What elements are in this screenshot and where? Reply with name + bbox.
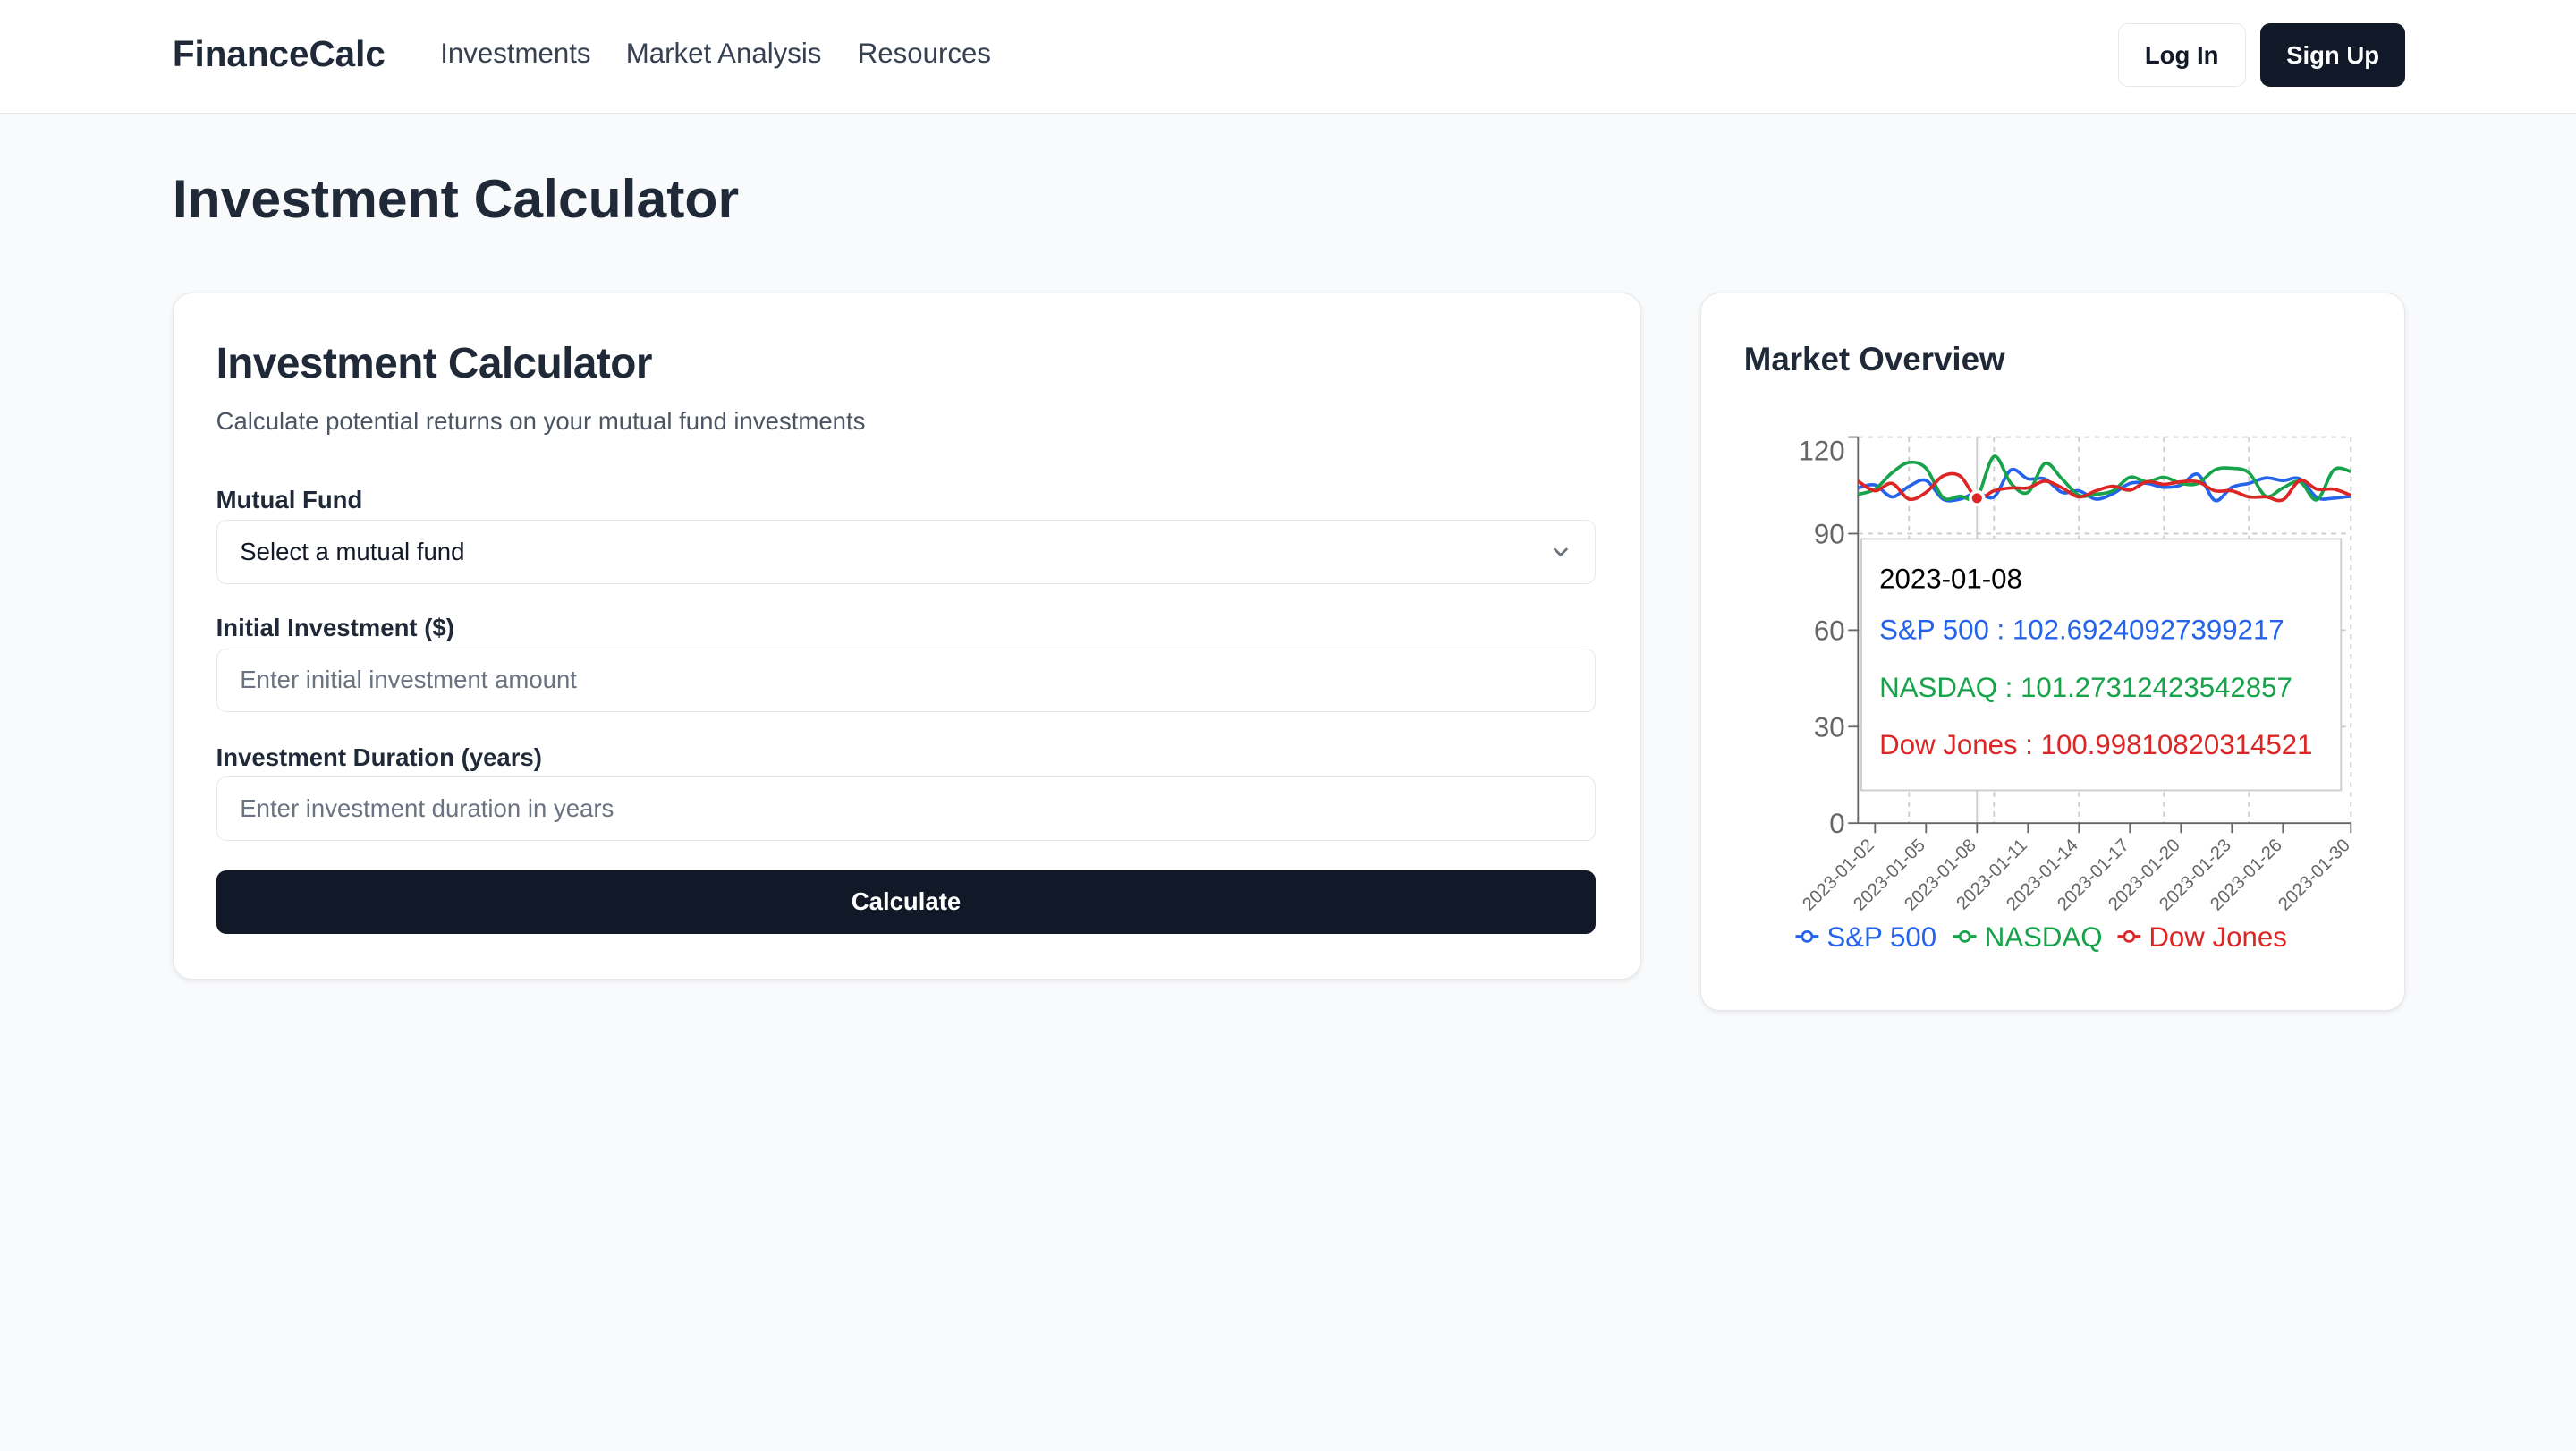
active-dot (1969, 489, 1986, 507)
y-tick-label: 120 (1799, 435, 1845, 466)
legend-marker-icon (2123, 930, 2136, 943)
y-tick-label: 60 (1814, 615, 1845, 646)
legend-nasdaq[interactable]: NASDAQ (1985, 921, 2103, 953)
tooltip-sp500: S&P 500 : 102.69240927399217 (1879, 614, 2284, 645)
market-chart[interactable]: 03060901202023-01-022023-01-052023-01-08… (0, 0, 2576, 1451)
tooltip: 2023-01-08 S&P 500 : 102.69240927399217 … (1860, 538, 2343, 792)
y-tick-label: 90 (1814, 518, 1845, 549)
tooltip-dowjones: Dow Jones : 100.99810820314521 (1879, 729, 2312, 760)
y-tick-label: 0 (1829, 808, 1844, 839)
legend-marker-icon (1801, 930, 1814, 943)
legend-dow-jones[interactable]: Dow Jones (2148, 921, 2286, 953)
x-tick-label: 2023-01-30 (2275, 836, 2354, 915)
legend-marker-icon (1958, 930, 1971, 943)
legend-s-p-500[interactable]: S&P 500 (1826, 921, 1936, 953)
y-tick-label: 30 (1814, 711, 1845, 742)
tooltip-date: 2023-01-08 (1879, 564, 2022, 595)
tooltip-nasdaq: NASDAQ : 101.27312423542857 (1879, 672, 2292, 703)
